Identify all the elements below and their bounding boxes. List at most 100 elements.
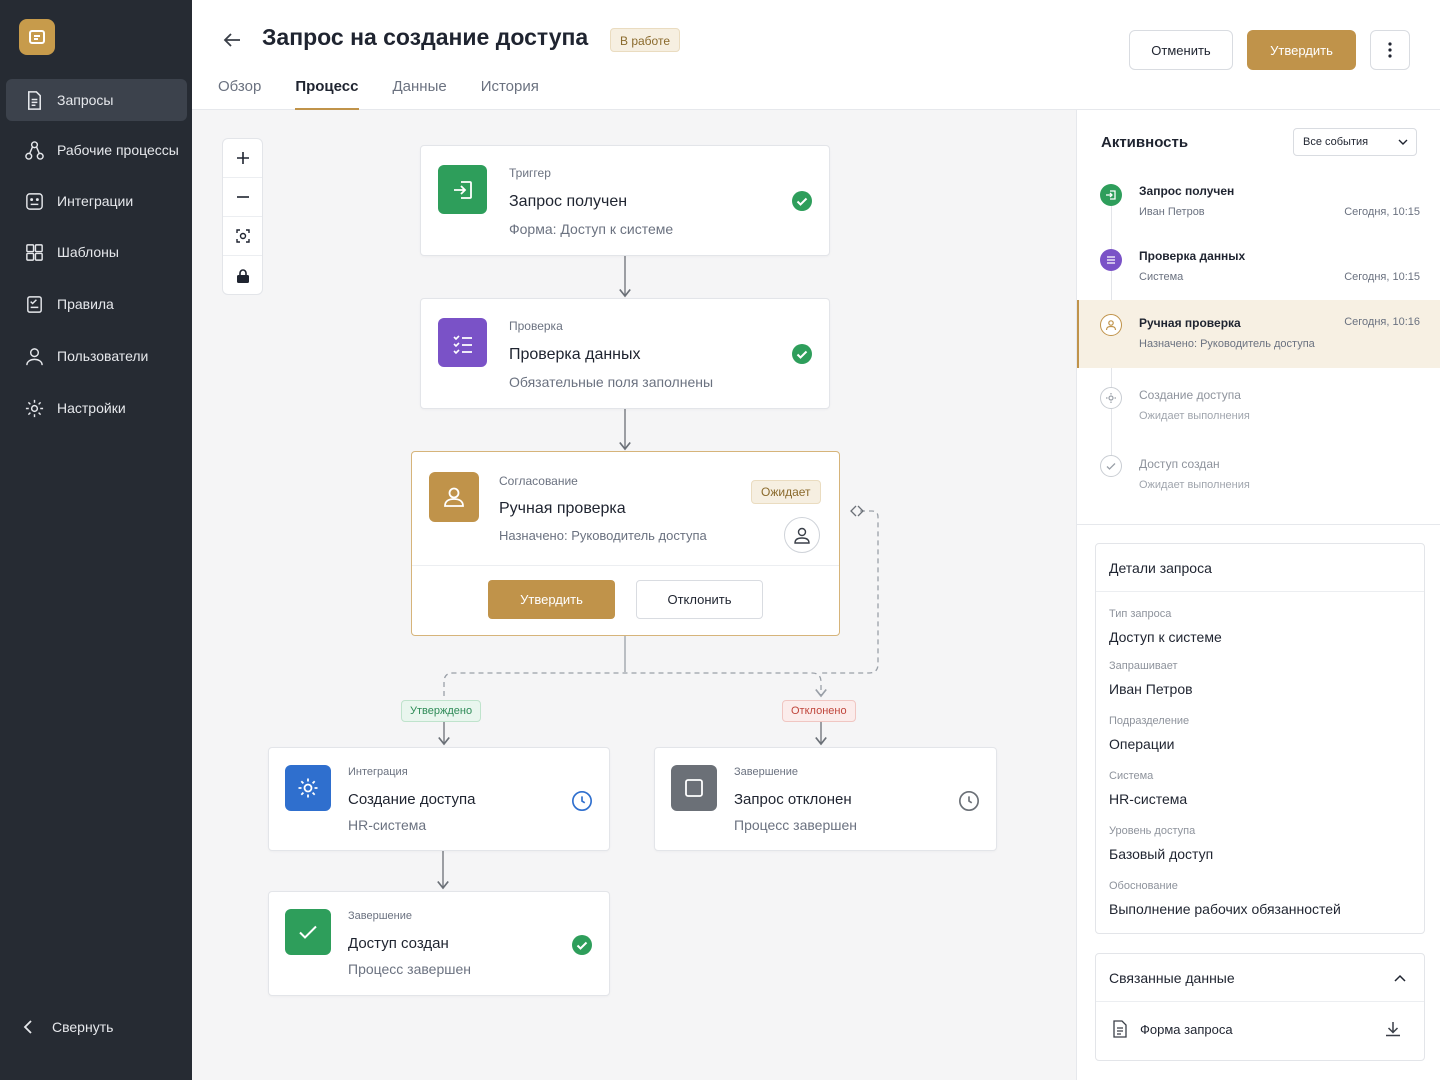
node-subtitle: Процесс завершен xyxy=(348,961,471,977)
file-name: Форма запроса xyxy=(1140,1021,1233,1037)
flow-node-trigger[interactable]: Триггер Запрос получен Форма: Доступ к с… xyxy=(420,145,830,256)
chevron-down-icon xyxy=(1398,139,1408,145)
event-time: Сегодня, 10:15 xyxy=(1344,271,1420,283)
event-subtitle: Ожидает выполнения xyxy=(1139,479,1250,491)
event-title: Доступ создан xyxy=(1139,457,1220,471)
collapse-sidebar-button[interactable]: Свернуть xyxy=(20,1018,113,1036)
assignee-avatar[interactable] xyxy=(784,517,820,553)
more-vertical-icon xyxy=(1388,42,1392,58)
flow-node-rejected[interactable]: Завершение Запрос отклонен Процесс завер… xyxy=(654,747,997,851)
node-category: Интеграция xyxy=(348,766,408,778)
download-icon[interactable] xyxy=(1384,1020,1402,1038)
related-file[interactable]: Форма запроса xyxy=(1112,1020,1233,1038)
sidebar-item-users[interactable]: Пользователи xyxy=(6,335,187,377)
login-icon xyxy=(1100,184,1122,206)
field-label: Подразделение xyxy=(1109,715,1190,727)
card-title: Детали запроса xyxy=(1096,544,1424,592)
related-data-card: Связанные данные Форма запроса xyxy=(1095,953,1425,1061)
gear-icon xyxy=(25,399,44,417)
square-icon xyxy=(671,765,717,811)
tab-history[interactable]: История xyxy=(481,78,539,110)
more-options-button[interactable] xyxy=(1370,30,1410,70)
approve-step-button[interactable]: Утвердить xyxy=(488,580,615,619)
fit-view-button[interactable] xyxy=(223,217,262,256)
templates-icon xyxy=(26,243,43,261)
app-logo[interactable] xyxy=(19,19,55,55)
chevron-up-icon[interactable] xyxy=(1394,974,1406,982)
collapse-label: Свернуть xyxy=(52,1019,114,1035)
lock-button[interactable] xyxy=(223,256,262,295)
field-label: Система xyxy=(1109,770,1154,782)
sidebar-item-settings[interactable]: Настройки xyxy=(6,387,187,429)
flow-node-integration[interactable]: Интеграция Создание доступа HR-система xyxy=(268,747,610,851)
checkmark-icon xyxy=(285,909,331,955)
related-header[interactable]: Связанные данные xyxy=(1096,954,1424,1002)
node-subtitle: Процесс завершен xyxy=(734,817,857,833)
approve-button[interactable]: Утвердить xyxy=(1247,30,1356,70)
tab-data[interactable]: Данные xyxy=(393,78,447,110)
status-badge: Ожидает xyxy=(751,480,821,504)
document-icon xyxy=(1113,1020,1127,1038)
gear-icon xyxy=(1100,387,1122,409)
back-arrow-icon[interactable] xyxy=(220,28,244,52)
activity-filter-select[interactable]: Все события xyxy=(1293,128,1417,156)
sidebar-item-integrations[interactable]: Интеграции xyxy=(6,180,187,222)
node-category: Триггер xyxy=(509,166,551,180)
node-category: Согласование xyxy=(499,474,578,488)
field-value: Иван Петров xyxy=(1109,681,1193,697)
field-value: Доступ к системе xyxy=(1109,629,1222,645)
node-subtitle: Форма: Доступ к системе xyxy=(509,221,674,237)
sidebar-item-workflows[interactable]: Рабочие процессы xyxy=(6,129,187,171)
activity-event[interactable]: Доступ создан Ожидает выполнения xyxy=(1077,455,1440,499)
activity-event[interactable]: Проверка данных Система Сегодня, 10:15 xyxy=(1077,247,1440,291)
node-category: Завершение xyxy=(734,766,798,778)
node-subtitle: Обязательные поля заполнены xyxy=(509,374,714,390)
lock-icon xyxy=(236,268,249,283)
field-label: Запрашивает xyxy=(1109,660,1178,672)
node-category: Проверка xyxy=(509,319,563,333)
zoom-out-button[interactable] xyxy=(223,178,262,217)
user-icon xyxy=(26,347,43,365)
event-title: Запрос получен xyxy=(1139,184,1235,198)
cancel-button[interactable]: Отменить xyxy=(1129,30,1233,70)
zoom-controls xyxy=(222,138,263,295)
check-circle-icon xyxy=(572,935,592,955)
rules-icon xyxy=(27,295,42,313)
sidebar-item-rules[interactable]: Правила xyxy=(6,283,187,325)
flow-node-check[interactable]: Проверка Проверка данных Обязательные по… xyxy=(420,298,830,409)
field-value: HR-система xyxy=(1109,791,1188,807)
sidebar-item-label: Пользователи xyxy=(57,348,149,364)
minus-icon xyxy=(236,196,249,198)
node-title: Запрос отклонен xyxy=(734,791,852,808)
sidebar-item-templates[interactable]: Шаблоны xyxy=(6,231,187,273)
sidebar-item-requests[interactable]: Запросы xyxy=(6,79,187,121)
flow-node-success[interactable]: Завершение Доступ создан Процесс заверше… xyxy=(268,891,610,996)
check-circle-icon xyxy=(792,191,812,211)
event-subtitle: Иван Петров xyxy=(1139,206,1205,218)
clock-icon xyxy=(572,791,592,811)
divider xyxy=(1077,524,1440,525)
process-canvas[interactable]: Триггер Запрос получен Форма: Доступ к с… xyxy=(192,110,1076,1080)
activity-event-current[interactable]: Ручная проверка Назначено: Руководитель … xyxy=(1077,300,1440,368)
page-header: Запрос на создание доступа В работе Отме… xyxy=(192,0,1440,110)
field-value: Базовый доступ xyxy=(1109,846,1214,862)
checklist-icon xyxy=(438,318,487,367)
activity-event[interactable]: Создание доступа Ожидает выполнения xyxy=(1077,387,1440,431)
filter-value: Все события xyxy=(1303,136,1369,148)
logo-icon xyxy=(29,30,45,44)
integration-icon xyxy=(26,192,43,210)
activity-event[interactable]: Запрос получен Иван Петров Сегодня, 10:1… xyxy=(1077,182,1440,226)
zoom-in-button[interactable] xyxy=(223,139,262,178)
user-icon xyxy=(429,472,479,522)
sidebar-item-label: Правила xyxy=(57,296,114,312)
flow-node-approval[interactable]: Согласование Ручная проверка Назначено: … xyxy=(411,451,840,636)
tab-overview[interactable]: Обзор xyxy=(218,78,261,110)
tab-process[interactable]: Процесс xyxy=(295,78,359,110)
clock-icon xyxy=(959,791,979,811)
document-icon xyxy=(28,90,41,110)
reject-step-button[interactable]: Отклонить xyxy=(636,580,763,619)
request-details-card: Детали запроса Тип запроса Доступ к сист… xyxy=(1095,543,1425,934)
field-label: Уровень доступа xyxy=(1109,825,1196,837)
event-time: Сегодня, 10:16 xyxy=(1344,316,1420,328)
sidebar-item-label: Шаблоны xyxy=(57,244,119,260)
